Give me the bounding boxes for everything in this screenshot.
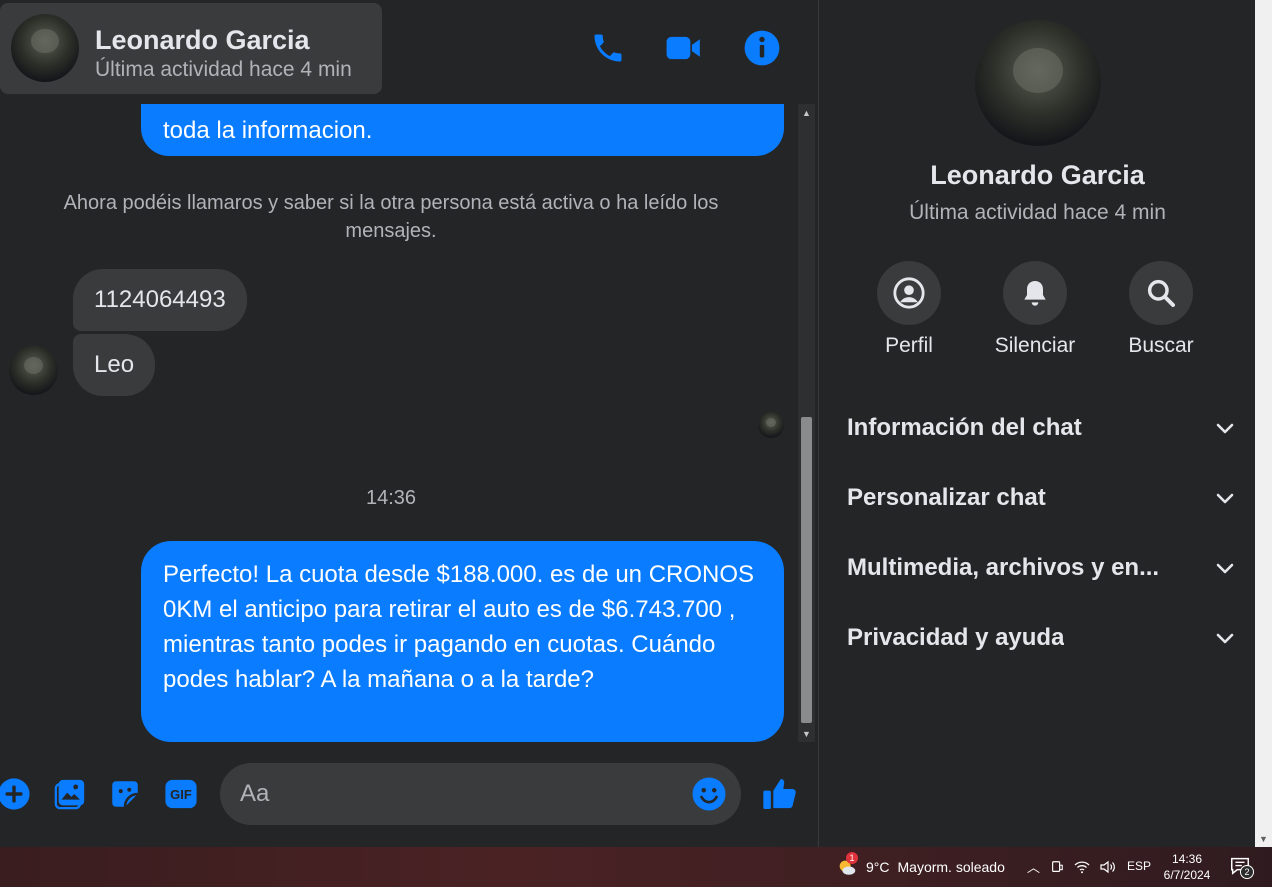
sticker-icon xyxy=(112,781,138,807)
system-tray: ︿ xyxy=(1027,857,1116,876)
taskbar: 1 9°C Mayorm. soleado ︿ ESP 14:36 6/7/20… xyxy=(0,847,1272,887)
chevron-up-icon[interactable]: ︿ xyxy=(1027,857,1040,876)
gif-button[interactable]: GIF xyxy=(163,776,199,812)
gif-label: GIF xyxy=(170,786,192,802)
clock-date: 6/7/2024 xyxy=(1163,868,1211,882)
chevron-down-icon xyxy=(1216,423,1234,434)
scroll-thumb[interactable] xyxy=(801,417,812,723)
chevron-down-icon xyxy=(1216,493,1234,504)
avatar[interactable] xyxy=(9,346,58,395)
bell-icon xyxy=(1024,281,1046,306)
message-input[interactable] xyxy=(240,777,680,811)
volume-icon[interactable] xyxy=(1100,860,1116,874)
info-button[interactable] xyxy=(742,28,782,68)
outgoing-message[interactable]: Perfecto! La cuota desde $188.000. es de… xyxy=(141,541,784,742)
chat-pane: Leonardo Garcia Última actividad hace 4 … xyxy=(0,0,818,847)
contact-name: Leonardo Garcia xyxy=(95,25,310,55)
section-privacy-help[interactable]: Privacidad y ayuda xyxy=(847,618,1237,658)
outgoing-message[interactable]: toda la informacion. xyxy=(141,104,784,156)
call-button[interactable] xyxy=(588,28,628,68)
conversation-info-panel: Leonardo Garcia Última actividad hace 4 … xyxy=(818,0,1255,847)
message-list[interactable]: toda la informacion. Ahora podéis llamar… xyxy=(0,104,798,744)
clock-time: 14:36 xyxy=(1171,852,1203,866)
chat-header[interactable]: Leonardo Garcia Última actividad hace 4 … xyxy=(0,3,382,94)
weather-text: Mayorm. soleado xyxy=(897,859,1005,875)
seen-indicator-avatar xyxy=(758,412,784,438)
emoji-icon[interactable] xyxy=(691,776,727,812)
incoming-message[interactable]: Leo xyxy=(73,334,156,396)
notification-center-button[interactable]: 2 xyxy=(1229,855,1255,881)
system-note: Ahora podéis llamaros y saber si la otra… xyxy=(63,192,719,242)
sun-cloud-icon: 1 xyxy=(836,852,858,878)
info-icon xyxy=(744,30,780,66)
avatar[interactable] xyxy=(975,20,1101,146)
plus-icon xyxy=(0,778,30,810)
mute-label: Silenciar xyxy=(994,334,1076,357)
photo-icon xyxy=(54,779,85,810)
message-box[interactable] xyxy=(220,763,741,825)
avatar[interactable] xyxy=(11,14,79,82)
section-customize-chat[interactable]: Personalizar chat xyxy=(847,478,1237,518)
video-camera-icon xyxy=(666,36,700,60)
notification-count: 2 xyxy=(1240,865,1254,879)
device-icon[interactable] xyxy=(1050,860,1064,874)
section-chat-info[interactable]: Información del chat xyxy=(847,408,1237,448)
message-scrollbar[interactable]: ▲ ▼ xyxy=(798,104,815,742)
search-button[interactable]: Buscar xyxy=(1106,261,1216,358)
clock[interactable]: 14:36 6/7/2024 xyxy=(1158,851,1216,883)
composer: GIF xyxy=(0,756,818,836)
time-separator: 14:36 xyxy=(365,487,417,509)
section-media-files[interactable]: Multimedia, archivos y en... xyxy=(847,548,1237,588)
phone-icon xyxy=(594,34,622,62)
weather-alert-badge: 1 xyxy=(846,852,858,864)
video-call-button[interactable] xyxy=(664,28,704,68)
attach-photo-button[interactable] xyxy=(52,776,88,812)
section-label: Multimedia, archivos y en... xyxy=(847,554,1160,581)
panel-contact-status: Última actividad hace 4 min xyxy=(909,201,1166,224)
sticker-button[interactable] xyxy=(107,776,143,812)
chevron-down-icon xyxy=(1216,563,1234,574)
language-indicator[interactable]: ESP xyxy=(1127,859,1151,873)
contact-status: Última actividad hace 4 min xyxy=(95,58,352,81)
thumbs-up-icon xyxy=(763,779,796,809)
like-button[interactable] xyxy=(760,774,800,814)
scroll-down-arrow-icon[interactable]: ▼ xyxy=(1255,830,1272,847)
scroll-down-arrow-icon[interactable]: ▼ xyxy=(798,725,815,742)
temperature: 9°C xyxy=(866,859,890,875)
mute-button[interactable]: Silenciar xyxy=(980,261,1090,358)
search-icon xyxy=(1147,279,1175,307)
search-label: Buscar xyxy=(1128,334,1194,357)
profile-icon xyxy=(893,277,925,309)
messenger-window: Leonardo Garcia Última actividad hace 4 … xyxy=(0,0,1272,887)
more-actions-button[interactable] xyxy=(0,776,32,812)
section-label: Información del chat xyxy=(847,414,1082,441)
panel-contact-name: Leonardo Garcia xyxy=(930,160,1145,190)
wifi-icon[interactable] xyxy=(1074,860,1090,874)
scroll-up-arrow-icon[interactable]: ▲ xyxy=(798,104,815,121)
profile-label: Perfil xyxy=(885,334,933,357)
incoming-message[interactable]: 1124064493 xyxy=(73,269,247,331)
chevron-down-icon xyxy=(1216,633,1234,644)
profile-button[interactable]: Perfil xyxy=(854,261,964,358)
section-label: Personalizar chat xyxy=(847,484,1046,511)
section-label: Privacidad y ayuda xyxy=(847,624,1065,651)
window-scrollbar[interactable]: ▼ xyxy=(1255,0,1272,847)
weather-widget[interactable]: 1 9°C Mayorm. soleado xyxy=(836,852,1005,878)
